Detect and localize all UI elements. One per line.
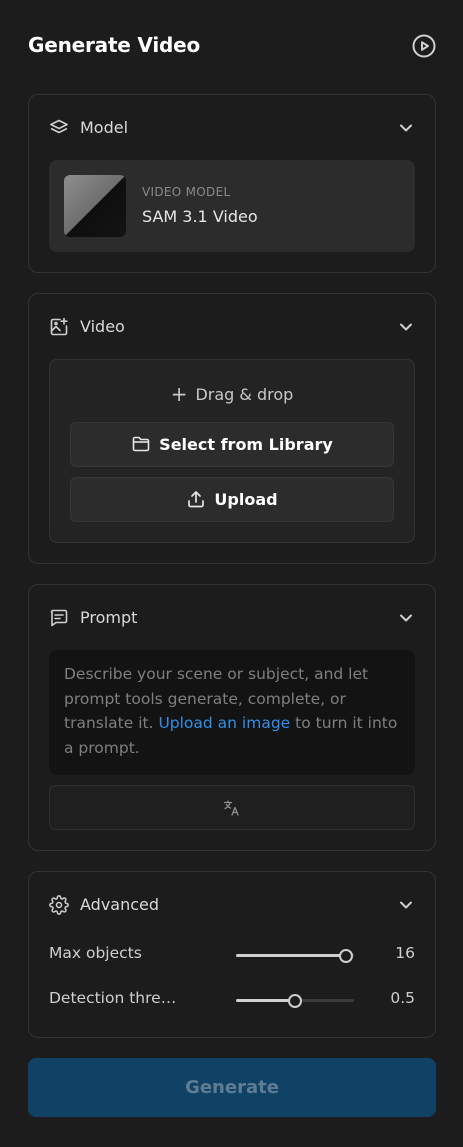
video-section-label: Video <box>80 317 125 336</box>
plus-icon: + <box>170 382 188 406</box>
video-drop-zone[interactable]: + Drag & drop Select from Library Upload <box>49 359 415 543</box>
detection-threshold-value: 0.5 <box>390 989 415 1007</box>
prompt-textarea[interactable]: Describe your scene or subject, and let … <box>49 650 415 775</box>
max-objects-value: 16 <box>395 944 415 962</box>
gear-icon <box>49 895 69 915</box>
play-circle-icon[interactable] <box>412 34 436 58</box>
model-selector[interactable]: VIDEO MODEL SAM 3.1 Video <box>49 160 415 252</box>
prompt-section-label: Prompt <box>80 608 138 627</box>
generate-button[interactable]: Generate <box>28 1058 436 1117</box>
folder-icon <box>132 436 150 452</box>
message-square-icon <box>50 609 68 627</box>
generate-panel: Generate Video Model VIDEO MODEL SAM 3.1… <box>0 0 463 1147</box>
upload-icon <box>188 491 205 508</box>
chevron-down-icon[interactable] <box>397 119 415 137</box>
detection-threshold-slider-fill <box>236 999 295 1002</box>
max-objects-slider-fill <box>236 954 346 957</box>
translate-icon <box>223 800 239 816</box>
detection-threshold-slider[interactable] <box>236 994 354 1008</box>
page-title: Generate Video <box>28 33 201 57</box>
model-name: SAM 3.1 Video <box>142 207 258 226</box>
prompt-section-header[interactable]: Prompt <box>49 607 415 629</box>
translate-button[interactable] <box>49 785 415 830</box>
select-from-library-label: Select from Library <box>159 435 333 454</box>
advanced-section-header[interactable]: Advanced <box>49 894 415 916</box>
upload-button[interactable]: Upload <box>70 477 394 522</box>
model-thumbnail <box>64 175 126 237</box>
chevron-down-icon[interactable] <box>397 896 415 914</box>
max-objects-label: Max objects <box>49 944 142 962</box>
model-section: Model VIDEO MODEL SAM 3.1 Video <box>28 94 436 273</box>
image-plus-icon <box>50 317 68 336</box>
detection-threshold-slider-handle[interactable] <box>288 994 302 1008</box>
select-from-library-button[interactable]: Select from Library <box>70 422 394 467</box>
model-section-label: Model <box>80 118 129 137</box>
model-type-label: VIDEO MODEL <box>142 185 231 199</box>
max-objects-row: Max objects 16 <box>49 944 415 966</box>
drag-drop-label: + Drag & drop <box>50 382 414 406</box>
max-objects-slider[interactable] <box>236 949 354 963</box>
chevron-down-icon[interactable] <box>397 609 415 627</box>
model-section-header[interactable]: Model <box>49 117 415 139</box>
detection-threshold-label: Detection thre… <box>49 989 177 1007</box>
upload-label: Upload <box>214 490 278 509</box>
detection-threshold-row: Detection thre… 0.5 <box>49 989 415 1011</box>
advanced-section: Advanced Max objects 16 Detection thre… … <box>28 871 436 1038</box>
prompt-section: Prompt Describe your scene or subject, a… <box>28 584 436 851</box>
advanced-section-label: Advanced <box>80 895 160 914</box>
max-objects-slider-handle[interactable] <box>338 949 353 963</box>
video-section-header[interactable]: Video <box>49 316 415 338</box>
video-section: Video + Drag & drop Select from Library U… <box>28 293 436 564</box>
drag-drop-text: Drag & drop <box>195 385 294 404</box>
layers-icon <box>50 119 68 134</box>
chevron-down-icon[interactable] <box>397 318 415 336</box>
upload-image-link[interactable]: Upload an image <box>158 714 290 732</box>
panel-header: Generate Video <box>28 30 436 62</box>
